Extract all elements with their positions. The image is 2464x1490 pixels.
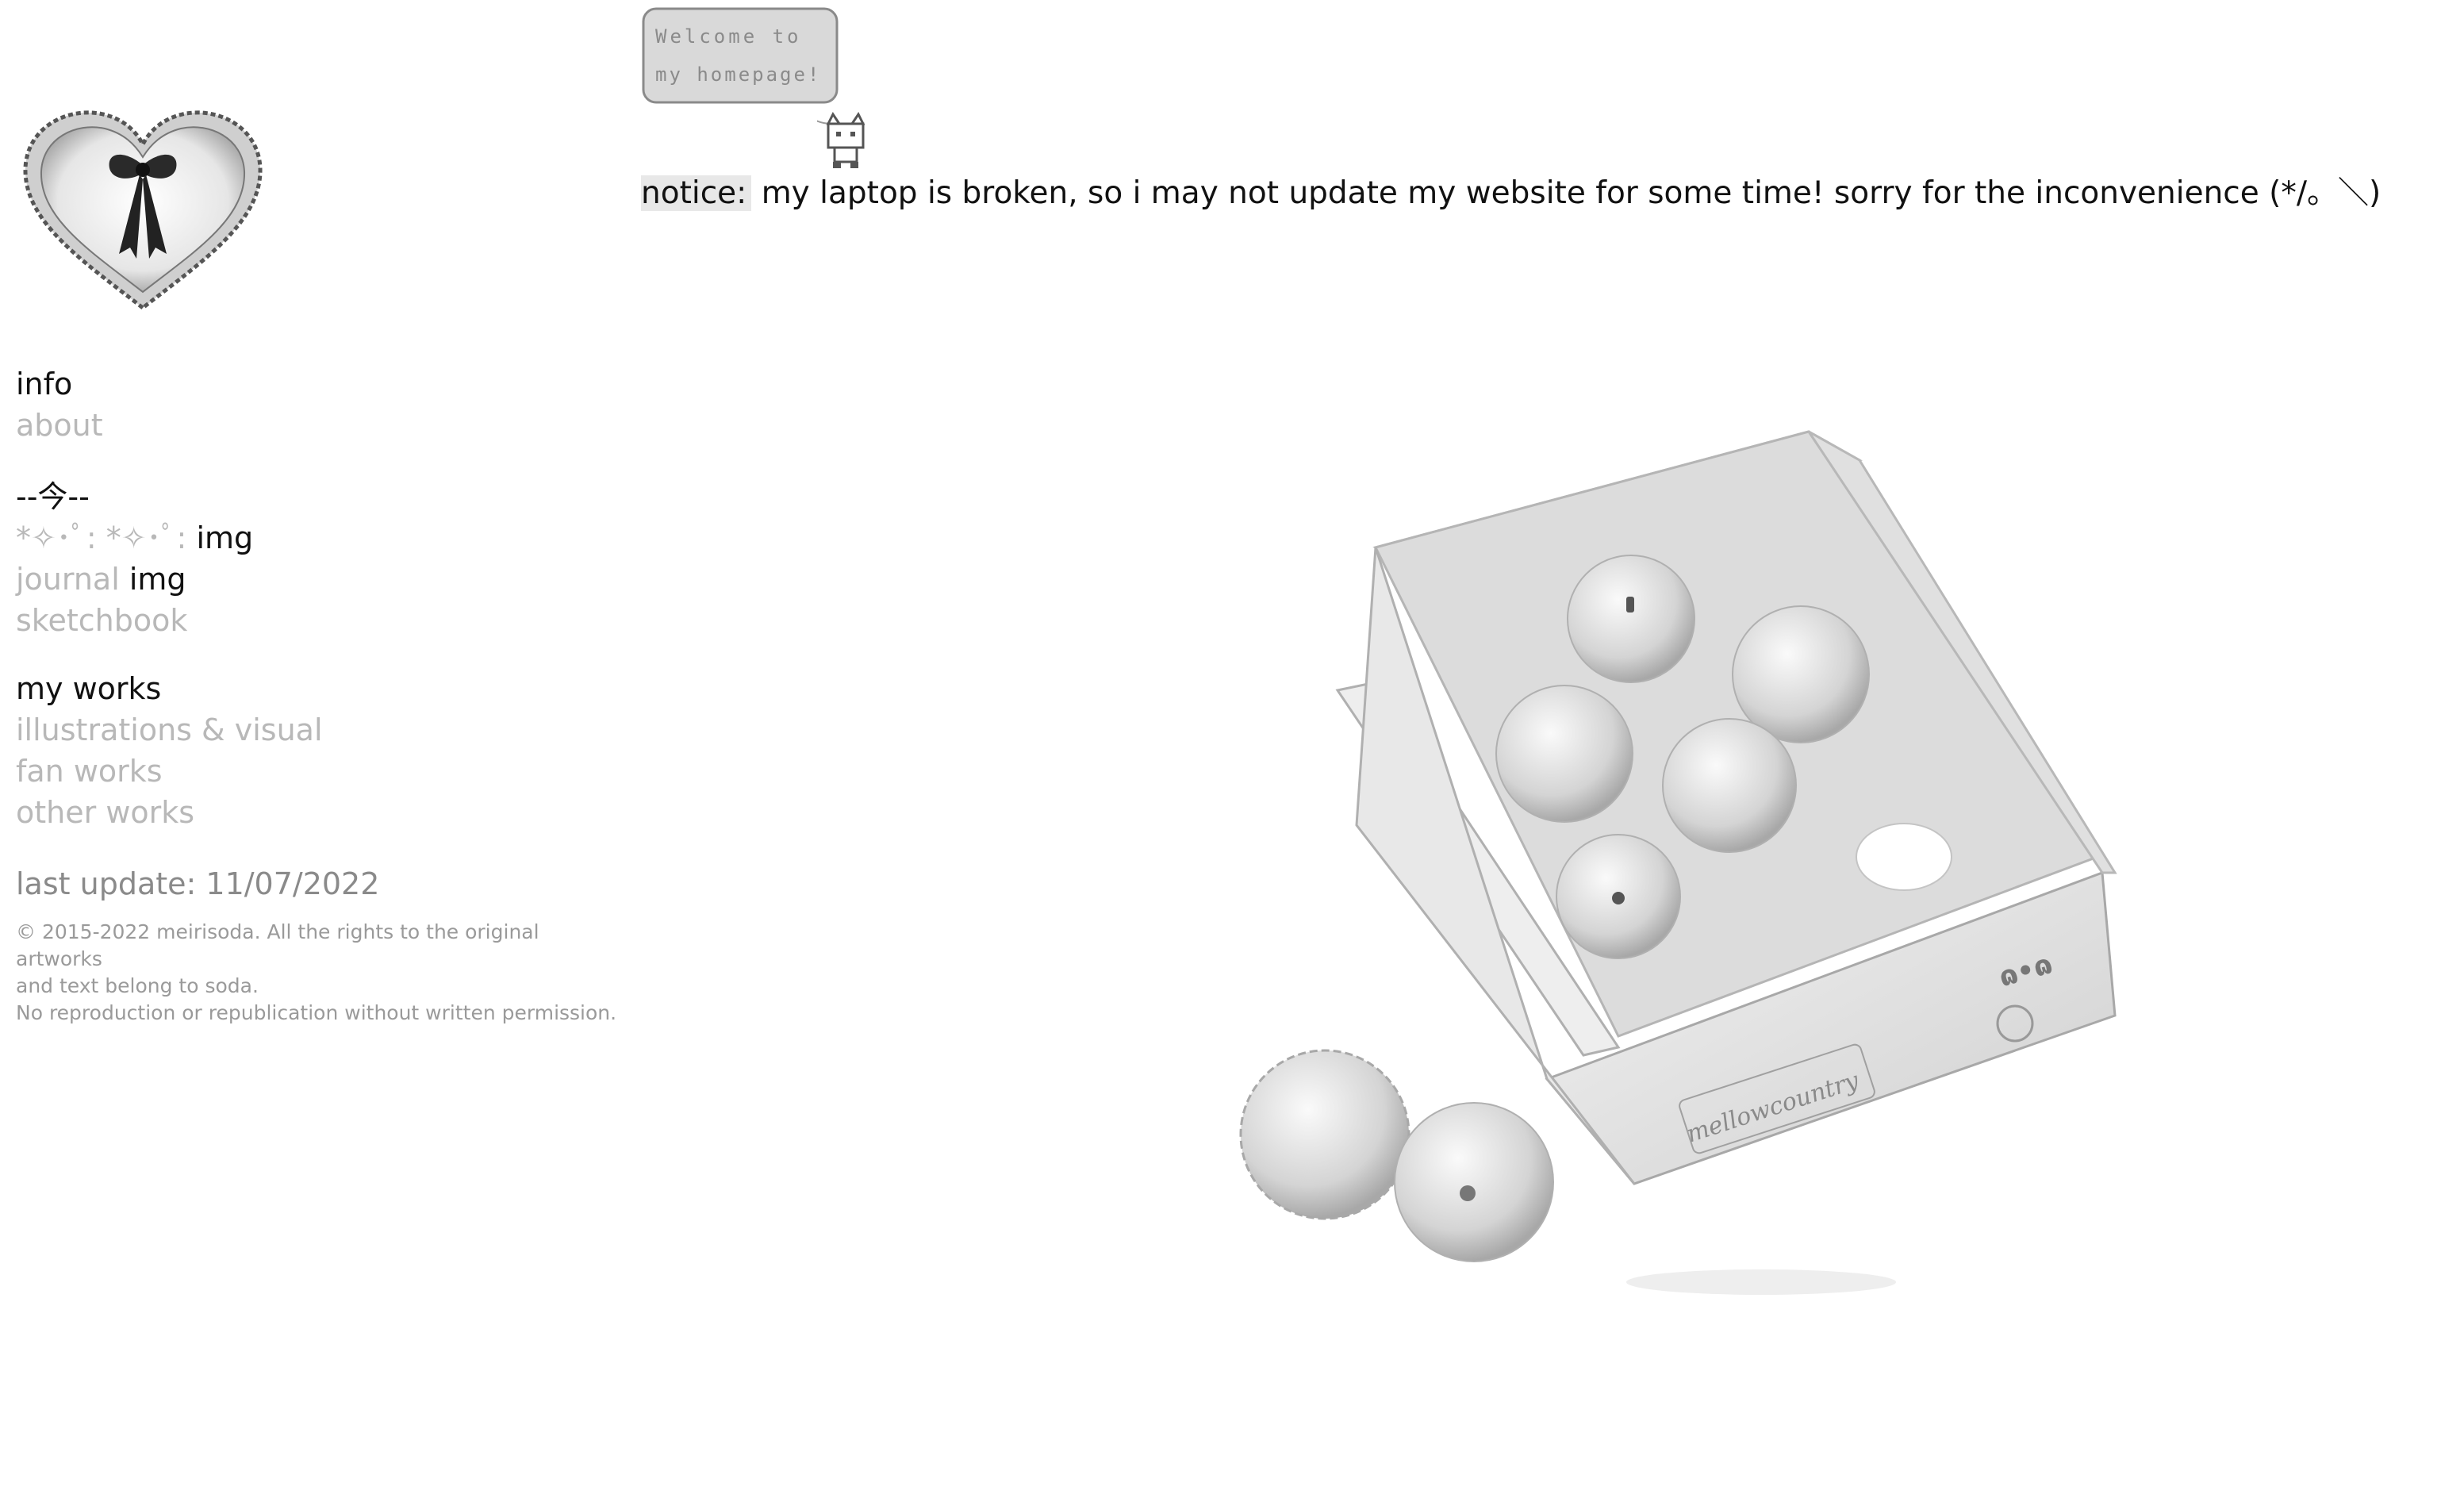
nav-link-sketchbook[interactable]: sketchbook <box>16 600 619 641</box>
sidebar-nav: info about --今-- *✧･ﾟ: *✧･ﾟ: img journal… <box>16 363 619 1027</box>
nav-link-fan-works[interactable]: fan works <box>16 751 619 792</box>
nav-heading-now: --今-- <box>16 479 90 514</box>
sparkle-link-label: *✧･ﾟ: *✧･ﾟ: <box>16 520 187 555</box>
bow-heart-icon[interactable] <box>21 103 265 311</box>
nav-heading-my-works: my works <box>16 671 162 706</box>
sparkle-img-link[interactable]: img <box>186 520 253 555</box>
nav-link-illustrations[interactable]: illustrations & visual <box>16 709 619 751</box>
sidebar: info about --今-- *✧･ﾟ: *✧･ﾟ: img journal… <box>16 0 619 1490</box>
pixel-cat-icon <box>817 112 865 168</box>
copyright-line: © 2015-2022 meirisoda. All the rights to… <box>16 920 539 970</box>
nav-link-other-works[interactable]: other works <box>16 792 619 833</box>
last-update-text: last update: 11/07/2022 <box>16 866 380 901</box>
journal-link-label: journal <box>16 562 120 597</box>
copyright-notice: © 2015-2022 meirisoda. All the rights to… <box>16 919 619 1027</box>
bubble-line-1: Welcome to <box>655 25 802 48</box>
nav-link-sparkle[interactable]: *✧･ﾟ: *✧･ﾟ: img <box>16 517 619 559</box>
bubble-line-2: my homepage! <box>655 63 821 86</box>
copyright-line: No reproduction or republication without… <box>16 1001 617 1024</box>
product-box-photo: ɷ•ɷ mellowcountry <box>1239 430 2117 1295</box>
welcome-speech-bubble: Welcome to my homepage! <box>642 7 839 104</box>
notice-message: notice: my laptop is broken, so i may no… <box>641 170 2381 217</box>
journal-img-link[interactable]: img <box>120 562 186 597</box>
nav-link-about[interactable]: about <box>16 405 619 446</box>
nav-heading-info: info <box>16 367 73 401</box>
notice-text: my laptop is broken, so i may not update… <box>751 175 2381 211</box>
nav-link-journal[interactable]: journal img <box>16 559 619 600</box>
notice-label: notice: <box>641 175 752 211</box>
copyright-line: and text belong to soda. <box>16 974 259 997</box>
